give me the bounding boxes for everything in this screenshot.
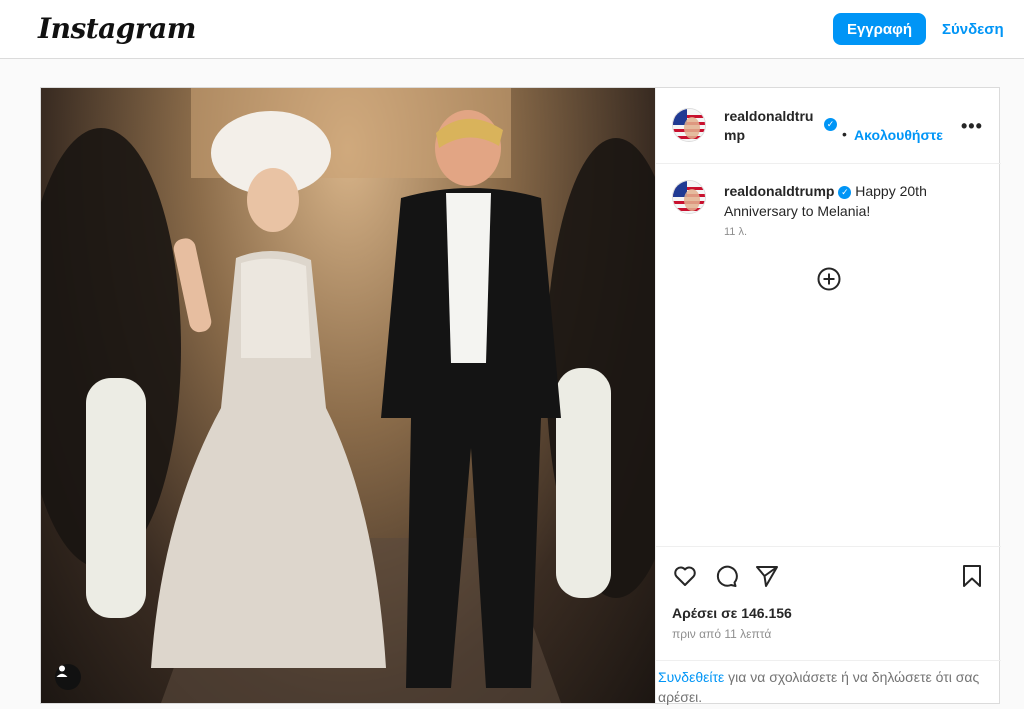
comment-icon[interactable] xyxy=(713,563,739,589)
post-actions: Αρέσει σε 146.156 πριν από 11 λεπτά Συνδ… xyxy=(656,546,1001,705)
top-navigation-bar: Instagram Εγγραφή Σύνδεση xyxy=(0,0,1024,59)
post-side-panel: realdonaldtrump ✓ • Ακολουθήστε ••• real… xyxy=(655,88,1001,705)
wedding-photo-illustration xyxy=(41,88,655,703)
login-link[interactable]: Σύνδεση xyxy=(942,21,1004,38)
follow-button[interactable]: Ακολουθήστε xyxy=(854,127,943,143)
caption-avatar[interactable] xyxy=(672,180,706,214)
post-header: realdonaldtrump ✓ • Ακολουθήστε ••• xyxy=(656,88,1001,164)
share-icon[interactable] xyxy=(754,563,780,589)
caption-username[interactable]: realdonaldtrump xyxy=(724,183,834,199)
post-card: realdonaldtrump ✓ • Ακολουθήστε ••• real… xyxy=(40,87,1001,705)
more-options-button[interactable]: ••• xyxy=(961,116,983,137)
login-prompt-link[interactable]: Συνδεθείτε xyxy=(658,669,724,685)
instagram-logo[interactable]: Instagram xyxy=(38,12,196,45)
add-circle-icon[interactable] xyxy=(816,266,842,292)
bookmark-icon[interactable] xyxy=(959,563,985,589)
verified-badge-icon: ✓ xyxy=(824,118,837,131)
signup-button[interactable]: Εγγραφή xyxy=(833,13,926,45)
avatar[interactable] xyxy=(672,108,706,142)
separator-dot: • xyxy=(842,126,847,142)
likes-count[interactable]: Αρέσει σε 146.156 xyxy=(672,605,792,621)
login-prompt: Συνδεθείτε για να σχολιάσετε ή να δηλώσε… xyxy=(656,660,1001,707)
caption-timestamp[interactable]: 11 λ. xyxy=(724,226,747,238)
post-photo[interactable] xyxy=(41,88,655,703)
heart-icon[interactable] xyxy=(672,563,698,589)
post-username[interactable]: realdonaldtrump xyxy=(724,107,820,145)
post-timestamp[interactable]: πριν από 11 λεπτά xyxy=(672,627,771,641)
user-tag-icon[interactable] xyxy=(55,664,81,690)
post-caption: realdonaldtrump ✓ Happy 20th Anniversary… xyxy=(724,181,984,221)
verified-badge-icon: ✓ xyxy=(838,185,852,199)
